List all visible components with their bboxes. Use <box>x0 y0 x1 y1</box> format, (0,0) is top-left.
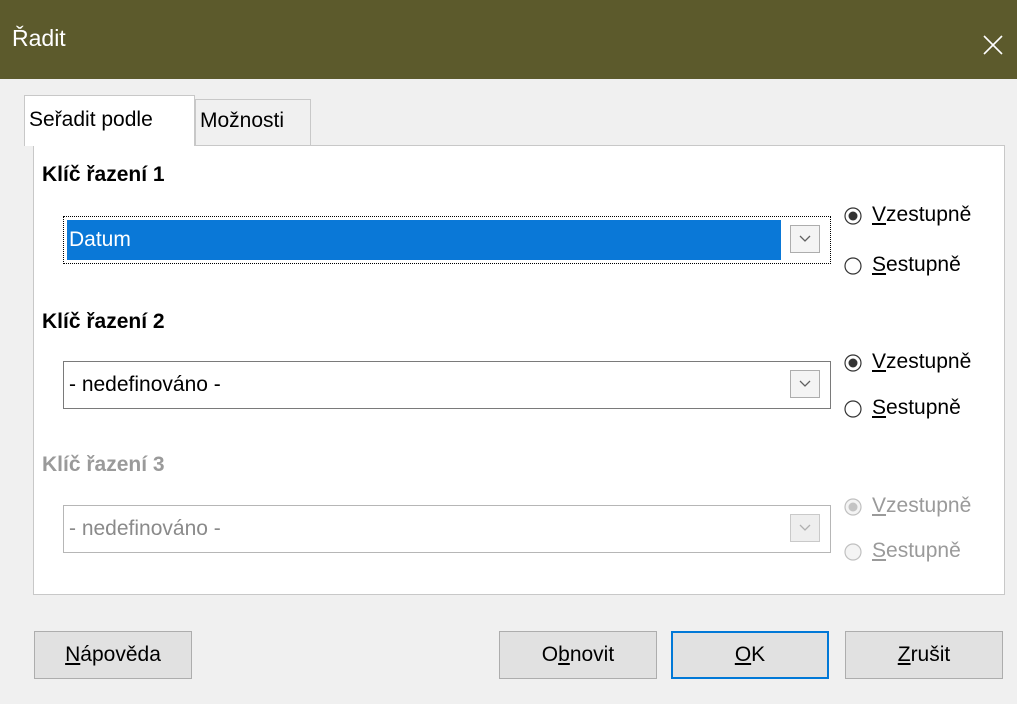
sort-key-3-ascending-mnemonic: V <box>872 494 887 517</box>
reset-button-prefix: O <box>541 643 559 666</box>
sort-key-2-descending-mnemonic: S <box>872 396 887 419</box>
sort-key-3-dropdown-button <box>790 514 820 542</box>
cancel-button-label: rušit <box>910 643 951 666</box>
tab-sort-by-label: Seřadit podle <box>29 108 153 131</box>
chevron-down-icon <box>799 235 811 242</box>
reset-button[interactable]: Obnovit <box>499 631 657 679</box>
sort-key-1-descending-mnemonic: S <box>872 253 887 276</box>
help-button[interactable]: Nápověda <box>34 631 192 679</box>
close-icon[interactable] <box>982 34 1004 56</box>
sort-key-2-dropdown-button[interactable] <box>790 370 820 398</box>
radio-unchecked-icon <box>844 543 862 561</box>
sort-key-2-heading: Klíč řazení 2 <box>42 310 165 333</box>
reset-button-label: novit <box>569 643 615 666</box>
sort-key-1-heading: Klíč řazení 1 <box>42 163 165 186</box>
help-button-label: ápověda <box>80 643 161 666</box>
tab-sort-by[interactable]: Seřadit podle <box>24 95 195 146</box>
tab-options-label: Možnosti <box>200 109 285 132</box>
sort-key-1-value: Datum <box>69 228 131 251</box>
sort-key-3-descending-mnemonic: S <box>872 539 887 562</box>
sort-key-1-ascending-label: zestupně <box>886 203 972 226</box>
sort-key-2-select[interactable]: - nedefinováno - <box>63 361 831 409</box>
sort-key-2-value: - nedefinováno - <box>69 373 221 396</box>
sort-key-1-ascending-mnemonic: V <box>872 203 887 226</box>
cancel-button-mnemonic: Z <box>897 643 911 666</box>
title-bar: Řadit <box>0 0 1017 79</box>
sort-key-1-descending-label: estupně <box>886 253 961 276</box>
ok-button-label: K <box>751 643 766 666</box>
cancel-button[interactable]: Zrušit <box>845 631 1003 679</box>
radio-checked-icon <box>844 498 862 516</box>
sort-key-3-value: - nedefinováno - <box>69 517 221 540</box>
ok-button-mnemonic: O <box>734 643 752 666</box>
chevron-down-icon <box>799 524 811 531</box>
radio-unchecked-icon <box>844 257 862 275</box>
sort-key-3-ascending-label: zestupně <box>886 494 972 517</box>
sort-key-1-highlight <box>67 220 781 260</box>
radio-unchecked-icon <box>844 400 862 418</box>
chevron-down-icon <box>799 380 811 387</box>
sort-key-2-descending-label: estupně <box>886 396 961 419</box>
sort-key-3-heading: Klíč řazení 3 <box>42 453 165 476</box>
tab-options[interactable]: Možnosti <box>195 99 311 145</box>
help-button-mnemonic: N <box>65 643 81 666</box>
sort-key-3-descending-label: estupně <box>886 539 961 562</box>
sort-key-1-select[interactable]: Datum <box>63 216 831 264</box>
sort-key-3-select: - nedefinováno - <box>63 505 831 553</box>
reset-button-mnemonic: b <box>558 643 570 666</box>
sort-key-2-ascending-label: zestupně <box>886 350 972 373</box>
radio-checked-icon <box>844 207 862 225</box>
window-title: Řadit <box>12 25 66 51</box>
ok-button[interactable]: OK <box>671 631 829 679</box>
sort-key-2-ascending-mnemonic: V <box>872 350 887 373</box>
radio-checked-icon <box>844 354 862 372</box>
sort-key-1-dropdown-button[interactable] <box>790 225 820 253</box>
